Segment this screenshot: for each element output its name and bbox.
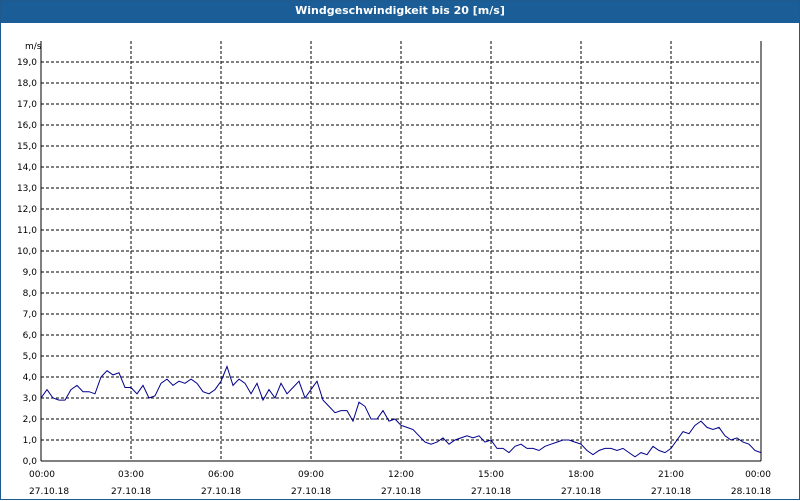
y-tick-label: 18,0: [17, 79, 37, 89]
wind-speed-chart: m/s 0,0 1,0 2,0 3,0 4,0 5,0 6,0 7,0 8,0 9,0 10,0 11…: [17, 41, 771, 497]
x-tick-time: 00:00: [745, 470, 771, 480]
x-tick-date: 27.10.18: [471, 487, 511, 497]
x-tick-date: 28.10.18: [731, 487, 771, 497]
chart-window: Windgeschwindigkeit bis 20 [m/s] m/s 0,0…: [0, 0, 800, 500]
y-tick-label: 0,0: [23, 457, 38, 467]
x-tick-time: 12:00: [388, 470, 414, 480]
y-tick-label: 14,0: [17, 163, 37, 173]
y-tick-label: 8,0: [23, 289, 38, 299]
y-axis-label: m/s: [25, 42, 42, 52]
y-tick-label: 5,0: [23, 352, 38, 362]
x-tick-time: 18:00: [568, 470, 594, 480]
x-tick-date: 27.10.18: [29, 487, 69, 497]
x-tick-time: 21:00: [658, 470, 684, 480]
y-tick-label: 19,0: [17, 58, 37, 68]
x-tick-date: 27.10.18: [651, 487, 691, 497]
y-tick-label: 11,0: [17, 226, 37, 236]
y-tick-label: 1,0: [23, 436, 38, 446]
x-tick-time: 03:00: [118, 470, 144, 480]
y-tick-label: 3,0: [23, 394, 38, 404]
x-tick-time: 06:00: [208, 470, 234, 480]
x-tick-time: 00:00: [29, 470, 55, 480]
x-tick-date: 27.10.18: [561, 487, 601, 497]
x-tick-date: 27.10.18: [201, 487, 241, 497]
x-tick-date: 27.10.18: [291, 487, 331, 497]
y-tick-label: 15,0: [17, 142, 37, 152]
y-tick-label: 6,0: [23, 331, 38, 341]
x-tick-date: 27.10.18: [111, 487, 151, 497]
y-tick-label: 12,0: [17, 205, 37, 215]
x-tick-time: 15:00: [478, 470, 504, 480]
y-tick-label: 16,0: [17, 121, 37, 131]
y-tick-label: 7,0: [23, 310, 38, 320]
x-tick-date: 27.10.18: [381, 487, 421, 497]
y-tick-label: 17,0: [17, 100, 37, 110]
y-tick-label: 10,0: [17, 247, 37, 257]
x-tick-time: 09:00: [298, 470, 324, 480]
y-tick-label: 9,0: [23, 268, 38, 278]
y-tick-label: 2,0: [23, 415, 38, 425]
y-tick-label: 13,0: [17, 184, 37, 194]
y-tick-label: 4,0: [23, 373, 38, 383]
